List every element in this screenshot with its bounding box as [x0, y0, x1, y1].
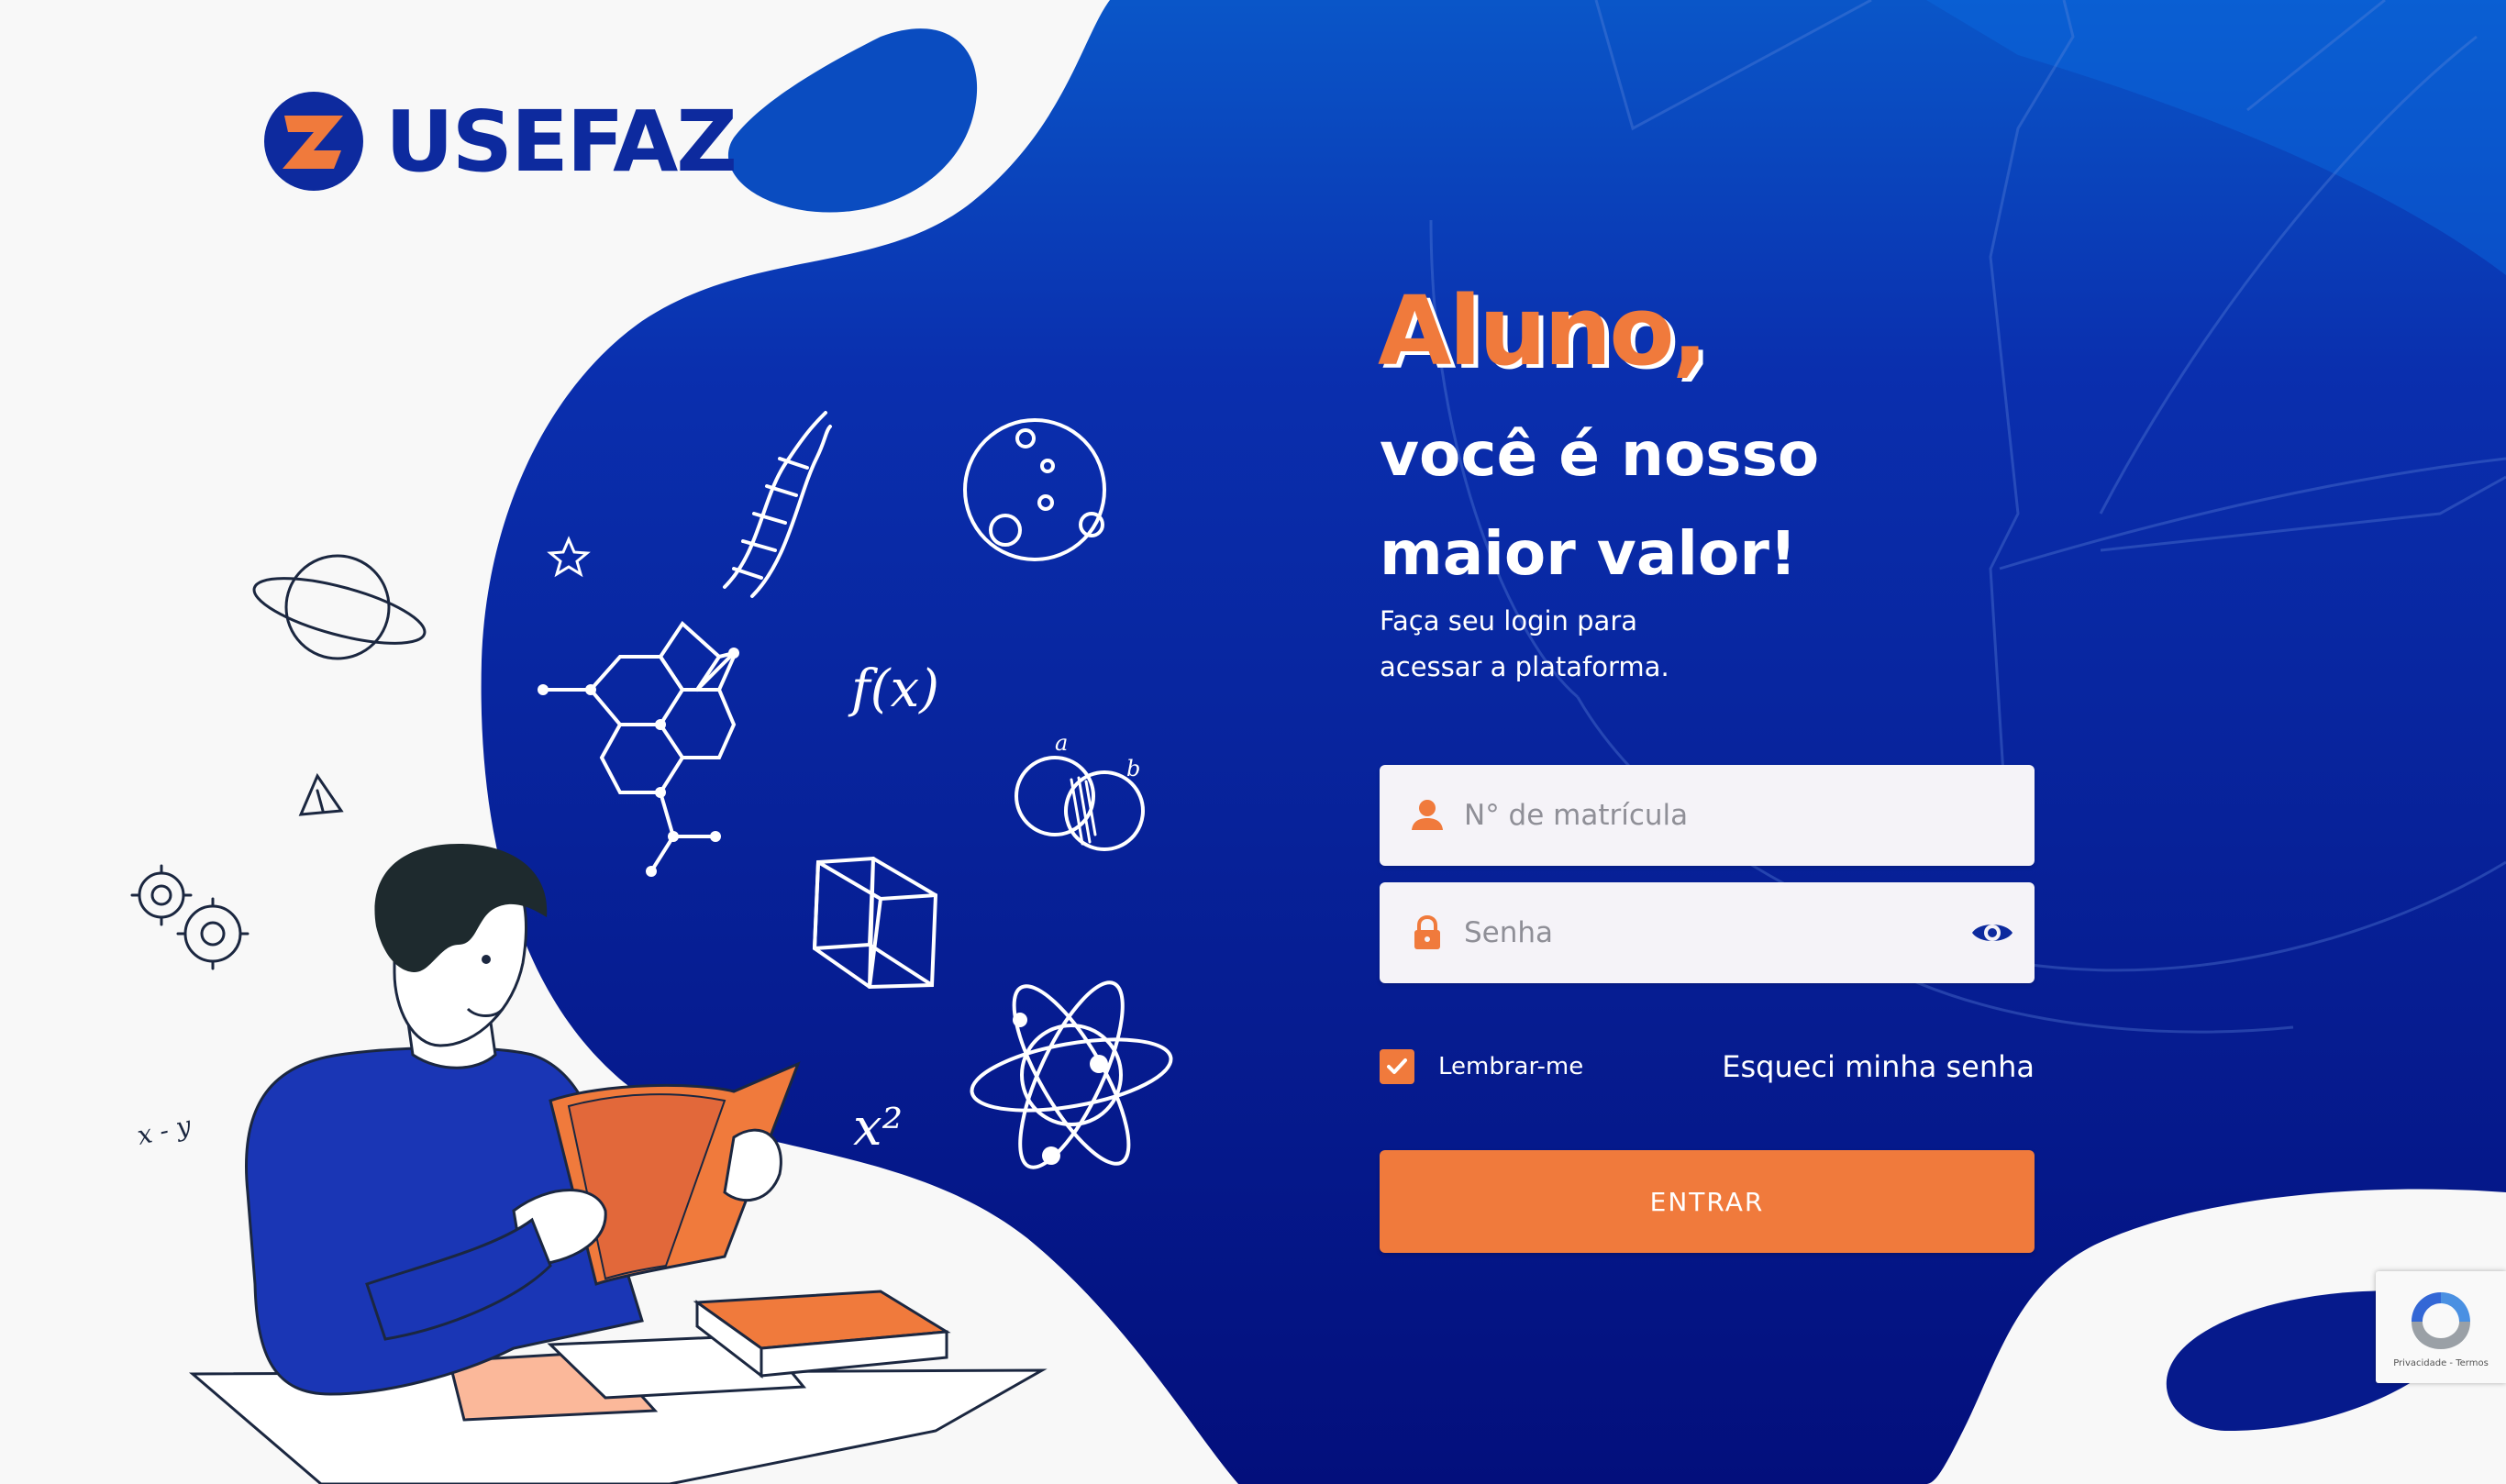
brand-name: USEFAZ — [385, 92, 737, 191]
hero-subtitle-line1: você é nosso — [1380, 419, 1820, 490]
senha-field[interactable] — [1380, 881, 2035, 984]
recaptcha-links[interactable]: Privacidade - Termos — [2393, 1358, 2489, 1368]
brand-logo[interactable]: USEFAZ — [261, 88, 737, 194]
eye-icon[interactable] — [1970, 914, 2014, 951]
hero-title: Aluno, — [1378, 275, 1708, 387]
lock-icon — [1414, 914, 1440, 949]
hero-subtitle: você é nosso maior valor! — [1380, 405, 1819, 604]
forgot-password-link[interactable]: Esqueci minha senha — [1722, 1049, 2035, 1084]
hero-desc-line2: acessar a plataforma. — [1380, 651, 1669, 682]
remember-checkbox[interactable] — [1380, 1049, 1414, 1084]
login-page: f(x) a b x² x - y USEFAZ Aluno, você é n… — [0, 0, 2506, 1484]
hero-desc-line1: Faça seu login para — [1380, 605, 1638, 637]
recaptcha-badge[interactable]: Privacidade - Termos — [2376, 1271, 2506, 1383]
matricula-field[interactable] — [1380, 764, 2035, 867]
senha-input[interactable] — [1446, 881, 1970, 984]
usefaz-logo-icon — [264, 92, 363, 191]
submit-button[interactable]: ENTRAR — [1380, 1150, 2035, 1253]
remember-label: Lembrar-me — [1438, 1053, 1584, 1080]
hero-subtitle-line2: maior valor! — [1380, 518, 1797, 589]
check-icon — [1387, 1058, 1407, 1074]
recaptcha-icon — [2412, 1291, 2470, 1349]
hero-description: Faça seu login para acessar a plataforma… — [1380, 598, 1669, 690]
background-blob — [481, 0, 2506, 1484]
user-icon — [1412, 800, 1443, 830]
matricula-input[interactable] — [1446, 764, 2035, 867]
remember-me[interactable]: Lembrar-me — [1380, 1049, 1583, 1084]
